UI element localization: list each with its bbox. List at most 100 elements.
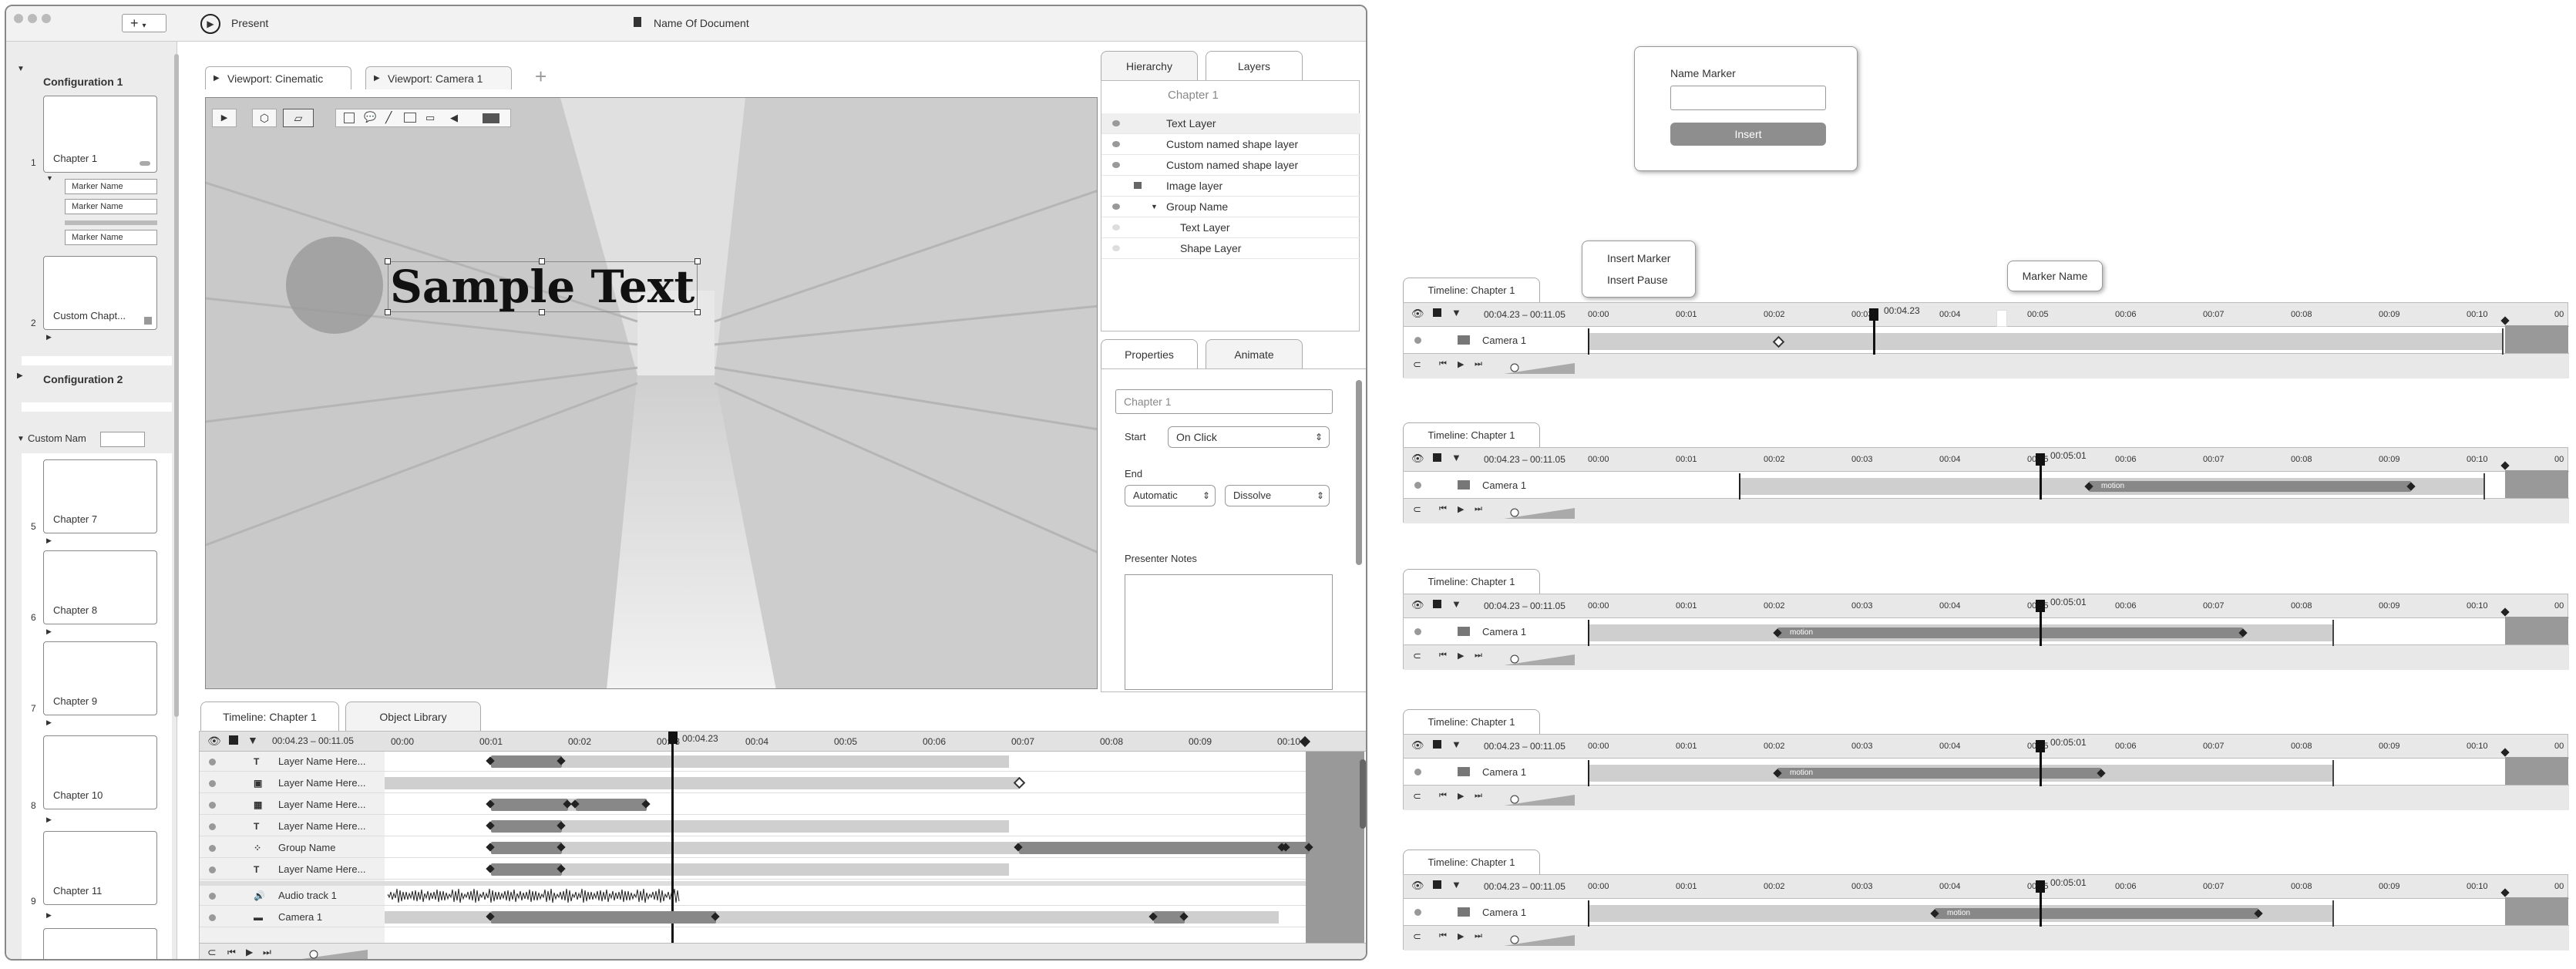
lock-icon[interactable]: [1433, 453, 1441, 462]
clip-end-edge[interactable]: [2484, 473, 2485, 500]
mini-timeline-tab[interactable]: Timeline: Chapter 1: [1403, 422, 1540, 447]
loop-icon[interactable]: ⊂: [1413, 930, 1421, 943]
timeline-track-row[interactable]: ▣ Layer Name Here...: [200, 773, 1306, 793]
clip-start-edge[interactable]: [1588, 760, 1589, 786]
marker-item[interactable]: Marker Name: [65, 179, 157, 194]
layer-row[interactable]: Custom named shape layer: [1101, 155, 1360, 176]
configuration-2[interactable]: Configuration 2: [22, 367, 172, 392]
skip-back-icon[interactable]: ⏮: [1439, 651, 1447, 661]
eye-icon[interactable]: 👁: [1411, 453, 1424, 465]
animation-bar[interactable]: [491, 755, 562, 768]
playhead-handle[interactable]: [2036, 453, 2045, 466]
end-marker[interactable]: [1299, 735, 1311, 748]
play-icon[interactable]: ▶: [200, 14, 220, 34]
visibility-dot-icon[interactable]: [209, 823, 216, 830]
slide-thumbnail[interactable]: Custom Chapt...: [43, 256, 157, 330]
zoom-slider[interactable]: [1504, 650, 1575, 665]
timeline-track-row[interactable]: T Layer Name Here...: [200, 752, 1306, 772]
close-window-dot[interactable]: [14, 14, 23, 23]
viewport-canvas[interactable]: ▶ ⬡ ▱ 💬 ╱ ▭ ◀ Sample Text: [205, 97, 1098, 689]
animation-bar[interactable]: [491, 911, 716, 924]
mini-timeline-tab[interactable]: Timeline: Chapter 1: [1403, 278, 1540, 302]
marker-name-input[interactable]: [1670, 86, 1826, 110]
tab-animate[interactable]: Animate: [1206, 339, 1303, 368]
mini-timeline-tab[interactable]: Timeline: Chapter 1: [1403, 850, 1540, 874]
configuration-name-input[interactable]: [100, 432, 145, 447]
zoom-window-dot[interactable]: [42, 14, 51, 23]
visibility-dot-icon[interactable]: [209, 802, 216, 809]
playhead-line[interactable]: [2040, 466, 2042, 500]
motion-bar[interactable]: motion: [2089, 481, 2411, 492]
motion-bar[interactable]: motion: [1777, 768, 2101, 779]
logo-circle[interactable]: [286, 237, 383, 334]
visibility-dot-icon[interactable]: [209, 866, 216, 873]
rectangle-icon[interactable]: [344, 113, 355, 123]
filter-icon[interactable]: ▼: [1451, 739, 1461, 750]
filter-icon[interactable]: ▼: [247, 734, 258, 746]
chapter-name-input[interactable]: Chapter 1: [1115, 389, 1333, 414]
play-icon[interactable]: ▶: [1458, 791, 1464, 801]
visibility-dot-icon[interactable]: [209, 845, 216, 852]
chevron-down-icon[interactable]: ▼: [1151, 197, 1158, 217]
chevron-down-icon[interactable]: ▼: [17, 435, 25, 443]
visibility-dot-icon[interactable]: [209, 759, 216, 765]
chevron-right-icon[interactable]: ▶: [46, 816, 52, 824]
audio-waveform[interactable]: [388, 888, 681, 903]
clip-start-edge[interactable]: [1588, 900, 1589, 927]
tab-properties[interactable]: Properties: [1101, 339, 1198, 368]
insert-marker-item[interactable]: Insert Marker: [1607, 252, 1670, 264]
timeline-track-row[interactable]: ▦ Layer Name Here...: [200, 795, 1306, 815]
eye-icon[interactable]: 👁: [1411, 308, 1424, 320]
chevron-right-icon[interactable]: ▶: [46, 537, 52, 545]
slide-thumbnail[interactable]: [43, 928, 157, 959]
chevron-right-icon[interactable]: ▶: [46, 911, 52, 920]
time-ruler[interactable]: 00:0000:0100:0200:0300:0400:0500:0600:07…: [385, 732, 1364, 752]
marker-item[interactable]: Marker Name: [65, 230, 157, 245]
eye-icon[interactable]: [1112, 204, 1120, 210]
motion-bar[interactable]: motion: [1935, 908, 2258, 919]
clip-span[interactable]: [562, 820, 1009, 833]
end-effect-select[interactable]: Dissolve ⇕: [1225, 485, 1330, 506]
slide-thumbnail[interactable]: Chapter 1: [43, 96, 157, 173]
slide-thumbnail[interactable]: Chapter 8: [43, 550, 157, 624]
mini-timeline-tab[interactable]: Timeline: Chapter 1: [1403, 569, 1540, 594]
playhead-line[interactable]: [1873, 321, 1875, 355]
lock-icon[interactable]: [1433, 880, 1441, 889]
clip-span[interactable]: [562, 842, 1019, 854]
loop-icon[interactable]: ⊂: [207, 946, 217, 959]
sidebar-scrollbar[interactable]: [174, 54, 179, 717]
filter-icon[interactable]: ▼: [1451, 452, 1461, 463]
visibility-dot-icon[interactable]: [1414, 769, 1421, 776]
animation-bar[interactable]: [491, 799, 568, 811]
motion-bar[interactable]: motion: [1777, 627, 2243, 638]
resize-handle[interactable]: [694, 309, 701, 315]
eye-icon[interactable]: 👁: [207, 735, 221, 748]
play-icon[interactable]: ▶: [1458, 504, 1464, 514]
timeline-track-row[interactable]: ⁘ Group Name: [200, 838, 1313, 858]
tab-viewport-cinematic[interactable]: ▶ Viewport: Cinematic: [205, 66, 351, 89]
eye-icon[interactable]: [1112, 141, 1120, 147]
lock-icon[interactable]: [1433, 308, 1441, 317]
visibility-dot-icon[interactable]: [209, 780, 216, 787]
visibility-dot-icon[interactable]: [1414, 337, 1421, 344]
chevron-down-icon[interactable]: ▼: [46, 174, 53, 182]
eye-icon[interactable]: [1112, 245, 1120, 251]
slide-thumbnail[interactable]: Chapter 10: [43, 735, 157, 809]
play-icon[interactable]: ▶: [1458, 931, 1464, 941]
configuration-1[interactable]: Configuration 1: [22, 69, 172, 94]
eye-icon[interactable]: 👁: [1411, 739, 1424, 752]
eye-icon[interactable]: 👁: [1411, 880, 1424, 892]
clip-start-edge[interactable]: [1739, 473, 1740, 500]
layer-row[interactable]: Text Layer: [1101, 113, 1360, 134]
configuration-3-label[interactable]: Custom Nam: [28, 430, 86, 447]
skip-back-icon[interactable]: ⏮: [227, 947, 236, 958]
slide-thumbnail[interactable]: Chapter 11: [43, 831, 157, 905]
add-viewport-button[interactable]: +: [535, 65, 546, 89]
playhead-handle[interactable]: [2036, 600, 2045, 612]
skip-back-icon[interactable]: ⏮: [1439, 359, 1447, 369]
playhead-handle[interactable]: [2036, 880, 2045, 893]
skip-back-icon[interactable]: ⏮: [1439, 504, 1447, 514]
clip-span[interactable]: [562, 863, 1009, 876]
timeline-track-row[interactable]: T Layer Name Here...: [200, 816, 1306, 836]
playhead-handle[interactable]: [2036, 740, 2045, 752]
